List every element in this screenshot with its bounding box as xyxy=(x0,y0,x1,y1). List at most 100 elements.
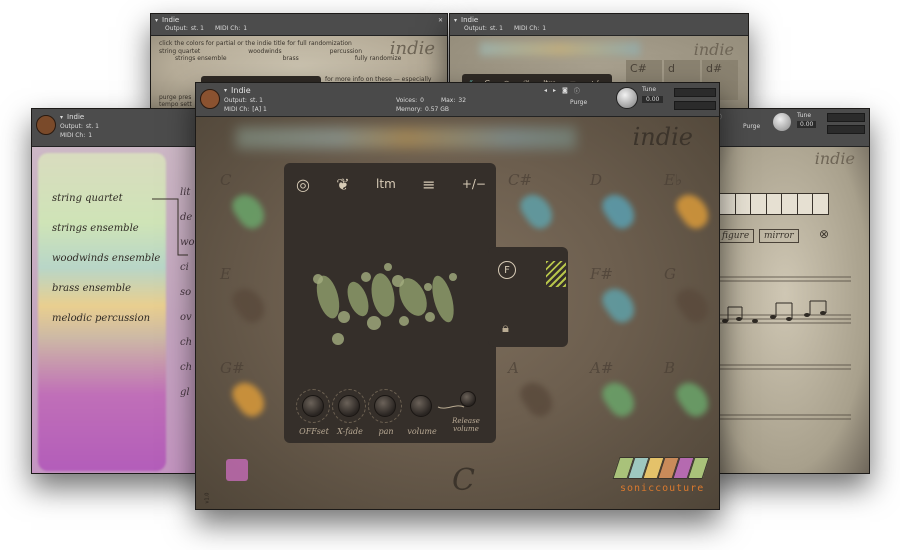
back-left-header: ▾ Indie Output: st. 1 MIDI Ch: 1 ✕ xyxy=(151,14,447,36)
tune-value[interactable]: 0.00 xyxy=(642,96,664,103)
note-color-blob xyxy=(516,376,558,422)
prev-arrow-icon[interactable]: ◂ xyxy=(544,87,547,94)
output-dropdown[interactable]: st. 1 xyxy=(250,97,263,104)
mini-keyboard[interactable] xyxy=(719,193,829,215)
output-value[interactable]: st. 1 xyxy=(191,25,204,32)
right-logo[interactable]: indie xyxy=(815,149,855,168)
output-value[interactable]: st. 1 xyxy=(490,25,503,32)
note-cell[interactable]: A xyxy=(496,351,584,439)
note-cell[interactable]: G# xyxy=(208,351,296,439)
figure-label: figure xyxy=(722,231,750,241)
category-strings-ensemble[interactable]: strings ensemble xyxy=(175,55,227,62)
note-color-blob xyxy=(228,376,270,422)
lines-icon[interactable]: ≡ xyxy=(422,175,435,194)
note-label: A# xyxy=(590,359,614,377)
note-label: D xyxy=(590,171,603,189)
category-string-quartet[interactable]: string quartet xyxy=(159,48,200,55)
level-meter xyxy=(827,125,865,134)
right-header: ◙ ⓘ Tune 0.00 Purge xyxy=(701,109,869,147)
back-left-logo[interactable]: indie xyxy=(390,38,435,59)
categories-row-1: string quartet woodwinds percussion xyxy=(159,48,362,55)
collapse-icon[interactable]: ▾ xyxy=(454,17,457,24)
note-color-blob xyxy=(598,188,640,234)
menu-item-strings-ensemble[interactable]: strings ensemble xyxy=(52,223,160,253)
output-label: Output: xyxy=(165,25,188,32)
note-cell[interactable]: C xyxy=(208,163,296,251)
note-cell[interactable]: E xyxy=(208,257,296,345)
ltm-button[interactable]: ltm xyxy=(376,177,396,191)
tune-value[interactable]: 0.00 xyxy=(797,121,817,128)
output-value[interactable]: st. 1 xyxy=(86,123,99,130)
midi-dropdown[interactable]: [A] 1 xyxy=(252,106,267,113)
pattern-icon[interactable] xyxy=(546,261,566,287)
brand-text: soniccouture xyxy=(620,483,705,494)
voices-value: 0 xyxy=(420,97,424,104)
note-label: C# xyxy=(630,62,647,75)
category-menu: string quartet strings ensemble woodwind… xyxy=(52,193,160,343)
cycle-icon[interactable]: ◎ xyxy=(296,175,310,194)
midi-value[interactable]: 1 xyxy=(88,132,92,139)
back-right-title: Indie xyxy=(461,16,479,24)
current-note-display: C xyxy=(452,463,475,498)
back-right-logo[interactable]: indie xyxy=(694,40,734,59)
menu-item-melodic-percussion[interactable]: melodic percussion xyxy=(52,313,160,343)
side-text: lit xyxy=(180,187,191,198)
left-body: string quartet strings ensemble woodwind… xyxy=(32,147,214,473)
lock-icon[interactable]: 🔒︎ xyxy=(502,321,509,336)
camera-icon[interactable]: ◙ xyxy=(562,87,568,94)
category-percussion[interactable]: percussion xyxy=(330,48,362,55)
note-cell[interactable]: E♭ xyxy=(652,163,719,251)
f-label: F xyxy=(504,264,510,276)
collapse-icon[interactable]: ▾ xyxy=(224,87,227,94)
level-meter-left xyxy=(674,88,716,97)
menu-item-brass-ensemble[interactable]: brass ensemble xyxy=(52,283,160,313)
note-label: A xyxy=(508,359,519,377)
menu-item-string-quartet[interactable]: string quartet xyxy=(52,193,160,223)
note-color-blob xyxy=(672,282,714,328)
indie-logo[interactable]: indie xyxy=(633,123,693,151)
collapse-icon[interactable]: ▾ xyxy=(155,17,158,24)
close-icon[interactable]: ✕ xyxy=(438,17,443,24)
note-cell[interactable]: C# xyxy=(496,163,584,251)
plusminus-button[interactable]: +/− xyxy=(462,177,486,191)
category-brass[interactable]: brass xyxy=(283,55,299,62)
pan-knob[interactable] xyxy=(374,395,396,417)
info-icon[interactable]: ⓘ xyxy=(574,86,580,95)
purge-button[interactable]: Purge xyxy=(743,123,760,130)
note-color-blob xyxy=(672,376,714,422)
midi-value[interactable]: 1 xyxy=(243,25,247,32)
side-labels: purge pres tempo sett xyxy=(159,94,192,108)
side-text: so xyxy=(180,287,192,298)
side-text: de xyxy=(180,212,193,223)
xfade-knob[interactable] xyxy=(338,395,360,417)
note-cell[interactable]: B xyxy=(652,351,719,439)
figure-button[interactable]: figure xyxy=(717,229,755,243)
categories-row-2: strings ensemble brass fully randomize xyxy=(175,55,401,62)
screenshot-collage: ▾ Indie Output: st. 1 MIDI Ch: 1 ✕ click… xyxy=(0,0,900,550)
midi-value[interactable]: 1 xyxy=(542,25,546,32)
note-label: C# xyxy=(508,171,533,189)
note-color-blob xyxy=(228,282,270,328)
tune-knob[interactable] xyxy=(616,87,638,109)
note-cell[interactable]: G xyxy=(652,257,719,345)
next-arrow-icon[interactable]: ▸ xyxy=(553,87,556,94)
offset-knob[interactable] xyxy=(302,395,324,417)
menu-item-woodwinds-ensemble[interactable]: woodwinds ensemble xyxy=(52,253,160,283)
collapse-icon[interactable]: ▾ xyxy=(60,114,63,121)
right-tune-knob[interactable] xyxy=(773,113,791,131)
staff-notation xyxy=(711,276,851,420)
volume-knob[interactable] xyxy=(410,395,432,417)
mirror-button[interactable]: mirror xyxy=(759,229,799,243)
leaf-icon[interactable]: ❦ xyxy=(336,175,349,194)
release-knob[interactable] xyxy=(460,391,476,407)
f-button[interactable]: F xyxy=(498,261,516,279)
note-color-blob xyxy=(598,376,640,422)
note-label: G xyxy=(664,265,676,283)
back-right-color-strip xyxy=(480,42,640,56)
close-pattern-icon[interactable]: ⊗ xyxy=(819,227,829,241)
version-text: v1.0 xyxy=(204,492,211,504)
color-keyboard-icon[interactable] xyxy=(612,457,710,479)
max-value[interactable]: 32 xyxy=(458,97,466,104)
category-woodwinds[interactable]: woodwinds xyxy=(248,48,281,55)
purge-button[interactable]: Purge xyxy=(570,99,587,106)
